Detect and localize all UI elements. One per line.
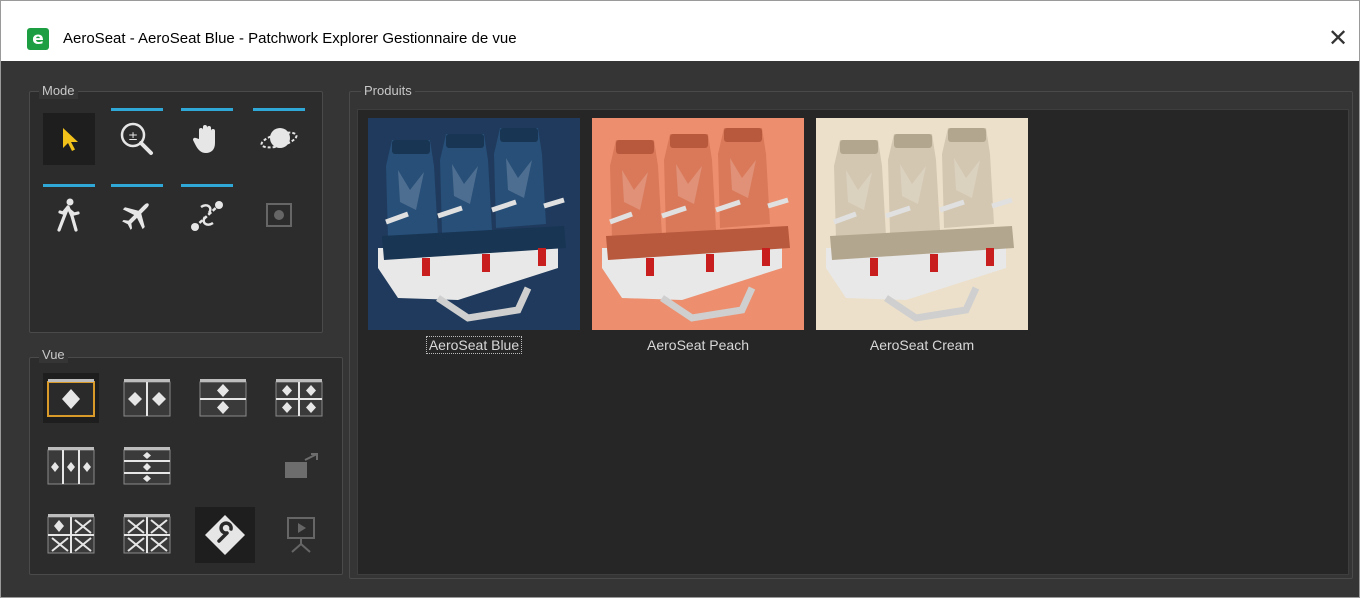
close-button[interactable]: ✕	[1321, 23, 1355, 53]
product-thumbnail	[592, 118, 804, 330]
walk-icon	[57, 198, 80, 232]
product-card-blue[interactable]: AeroSeat Blue	[368, 118, 580, 354]
fly-airplane-icon	[122, 203, 149, 230]
products-list: AeroSeat Blue AeroSeat Peach AeroSeat Cr…	[357, 109, 1349, 575]
pan-tool-button[interactable]	[181, 108, 233, 165]
seat-row-image	[826, 128, 1014, 322]
pan-hand-icon	[192, 125, 215, 153]
frame-icon	[266, 203, 292, 227]
settings-wrench-icon	[205, 515, 245, 555]
layout-quad-button[interactable]	[271, 373, 327, 423]
layout-four-empty-button[interactable]	[119, 509, 175, 559]
view-group-label: Vue	[39, 347, 68, 363]
triple-horizontal-icon	[123, 447, 171, 485]
walk-tool-button[interactable]	[43, 184, 95, 241]
split-horizontal-icon	[199, 379, 247, 417]
layout-split-horizontal-button[interactable]	[195, 373, 251, 423]
product-thumbnail	[368, 118, 580, 330]
single-view-icon	[47, 379, 95, 417]
products-group-label: Produits	[361, 83, 415, 99]
layout-one-three-button[interactable]	[43, 509, 99, 559]
detach-view-button[interactable]	[273, 441, 329, 491]
select-arrow-icon	[63, 128, 78, 151]
product-thumbnail	[816, 118, 1028, 330]
presentation-icon	[287, 517, 315, 553]
product-label: AeroSeat Cream	[869, 337, 975, 353]
layout-split-vertical-button[interactable]	[119, 373, 175, 423]
triple-vertical-icon	[47, 447, 95, 485]
select-tool-button[interactable]	[43, 113, 95, 165]
layout-triple-vertical-button[interactable]	[43, 441, 99, 491]
app-logo-icon: e	[27, 28, 49, 50]
seat-row-image	[602, 128, 790, 322]
orbit-icon	[260, 128, 298, 149]
view-settings-button[interactable]	[195, 507, 255, 563]
window-title: AeroSeat - AeroSeat Blue - Patchwork Exp…	[63, 30, 517, 47]
fly-tool-button[interactable]	[111, 184, 163, 241]
layout-triple-horizontal-button[interactable]	[119, 441, 175, 491]
title-bar: e AeroSeat - AeroSeat Blue - Patchwork E…	[1, 1, 1359, 61]
product-card-cream[interactable]: AeroSeat Cream	[816, 118, 1028, 354]
orbit-tool-button[interactable]	[253, 108, 305, 165]
product-card-peach[interactable]: AeroSeat Peach	[592, 118, 804, 354]
presentation-button[interactable]	[273, 509, 329, 559]
grid-four-empty-icon	[123, 514, 171, 554]
link-tool-button[interactable]	[181, 184, 233, 241]
seat-row-image	[378, 128, 566, 322]
split-vertical-icon	[123, 379, 171, 417]
view-manager-window: e AeroSeat - AeroSeat Blue - Patchwork E…	[0, 0, 1360, 598]
zoom-tool-button[interactable]: ±	[111, 108, 163, 165]
link-tool-icon	[191, 201, 223, 231]
quad-view-icon	[275, 379, 323, 417]
layout-single-button[interactable]	[43, 373, 99, 423]
mode-group-label: Mode	[39, 83, 78, 99]
product-label: AeroSeat Blue	[425, 336, 523, 354]
grid-one-three-icon	[47, 514, 95, 554]
window-content: Mode ± Vue Produits AeroSeat Blue AeroSe…	[1, 61, 1359, 597]
product-label: AeroSeat Peach	[647, 337, 749, 353]
svg-text:±: ±	[128, 129, 138, 143]
detach-view-icon	[285, 453, 318, 478]
zoom-icon: ±	[120, 122, 153, 155]
frame-tool-button[interactable]	[253, 189, 305, 241]
